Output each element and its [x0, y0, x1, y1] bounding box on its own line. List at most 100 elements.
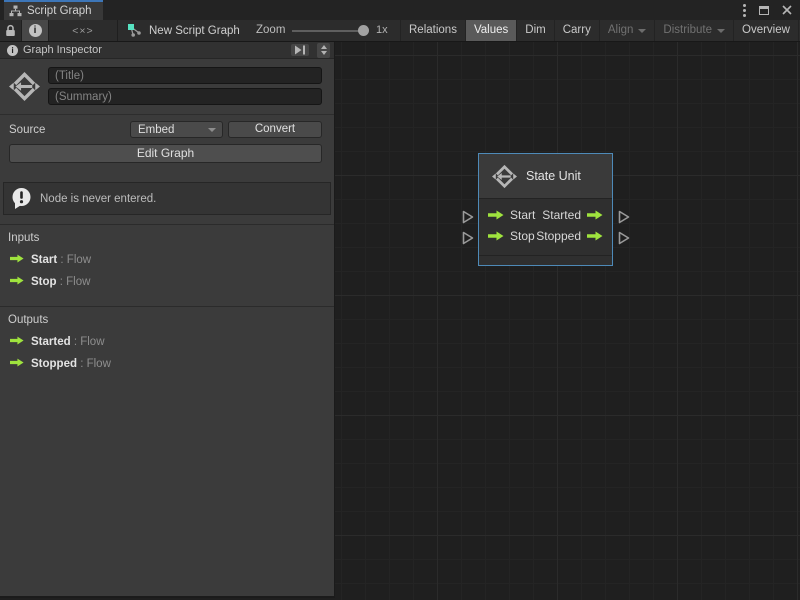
overview-button[interactable]: Overview — [733, 20, 798, 41]
code-icon: <×> — [72, 25, 93, 37]
port-row: StoppedFlow — [0, 355, 334, 370]
transition-connector-icon[interactable] — [462, 210, 474, 224]
graph-inspector-header: i Graph Inspector — [0, 42, 334, 59]
port-type: Flow — [71, 336, 105, 348]
lock-icon — [5, 24, 16, 37]
graph-hierarchy-icon — [9, 5, 22, 17]
inspector-toggle-button[interactable]: i — [22, 20, 48, 41]
scroll-down-icon — [321, 51, 327, 55]
port-name: Started — [31, 336, 71, 348]
align-button: Align — [599, 20, 655, 41]
warning-text: Node is never entered. — [40, 193, 156, 205]
tab-script-graph[interactable]: Script Graph — [4, 0, 103, 20]
flow-arrow-icon — [10, 358, 24, 367]
flow-arrow-icon — [10, 336, 24, 345]
dock-icon — [294, 45, 306, 55]
chevron-down-icon — [638, 29, 646, 33]
info-icon: i — [7, 45, 18, 56]
port-label: Stop — [510, 229, 535, 243]
dim-button[interactable]: Dim — [516, 20, 553, 41]
port-type: Flow — [57, 276, 91, 288]
lock-button[interactable] — [0, 20, 21, 41]
state-machine-icon — [492, 164, 517, 189]
source-row: Source Embed Convert — [0, 115, 334, 138]
graph-title-group: New Script Graph — [127, 20, 240, 41]
port-label: Start — [510, 208, 535, 222]
warning-box: Node is never entered. — [3, 182, 331, 215]
graph-meta-section — [0, 59, 334, 114]
warning-icon — [10, 187, 33, 210]
port-name: Stop — [31, 276, 57, 288]
state-machine-icon — [6, 67, 42, 105]
script-graph-icon — [127, 23, 142, 38]
toolbar-separator — [117, 20, 118, 41]
convert-button[interactable]: Convert — [228, 121, 322, 138]
transition-connector-icon[interactable] — [618, 210, 630, 224]
close-icon[interactable] — [782, 5, 792, 15]
port-name: Start — [31, 254, 57, 266]
graph-toolbar: i <×> New Script Graph Zoom 1x Relations… — [0, 20, 800, 42]
flow-arrow-icon — [10, 276, 24, 285]
inspector-empty-area — [0, 379, 334, 596]
panel-title: Graph Inspector — [23, 44, 286, 56]
values-button[interactable]: Values — [465, 20, 516, 41]
chevron-down-icon — [717, 29, 725, 33]
flow-arrow-icon — [587, 210, 603, 220]
graph-inspector-panel: i Graph Inspector — [0, 42, 335, 598]
port-label: Stopped — [536, 229, 581, 243]
port-row: StartedFlow — [0, 333, 334, 348]
zoom-label: Zoom — [256, 20, 285, 41]
zoom-slider-track[interactable] — [292, 30, 368, 32]
tab-title: Script Graph — [27, 5, 92, 17]
outputs-section: Outputs StartedFlow StoppedFlow — [0, 306, 334, 379]
outputs-section-title: Outputs — [0, 314, 334, 326]
port-row: StopFlow — [0, 273, 334, 288]
node-port-row: Start Started — [479, 204, 612, 225]
transition-connector-icon[interactable] — [618, 231, 630, 245]
inputs-section: Inputs StartFlow StopFlow — [0, 224, 334, 297]
window-controls — [743, 0, 792, 20]
flow-arrow-icon — [488, 210, 504, 220]
relations-button[interactable]: Relations — [400, 20, 465, 41]
output-port-started[interactable]: Started — [542, 208, 603, 222]
carry-button[interactable]: Carry — [554, 20, 599, 41]
port-type: Flow — [57, 254, 91, 266]
chevron-down-icon — [208, 128, 216, 132]
panel-scroll-stepper[interactable] — [317, 43, 330, 58]
window-titlebar: Script Graph — [0, 0, 800, 20]
input-port-start[interactable]: Start — [488, 208, 535, 222]
graph-name-label: New Script Graph — [149, 25, 240, 37]
maximize-icon[interactable] — [759, 6, 769, 15]
scroll-up-icon — [321, 45, 327, 49]
port-type: Flow — [77, 358, 111, 370]
node-port-row: Stop Stopped — [479, 225, 612, 246]
dock-panel-button[interactable] — [291, 44, 309, 56]
output-port-stopped[interactable]: Stopped — [536, 229, 603, 243]
zoom-slider-handle[interactable] — [358, 25, 369, 36]
flow-arrow-icon — [488, 231, 504, 241]
source-label: Source — [9, 124, 130, 136]
node-ports: Start Started Stop Stopped — [479, 199, 612, 246]
graph-summary-input[interactable] — [48, 88, 322, 105]
source-select-value: Embed — [138, 124, 208, 136]
transition-connector-icon[interactable] — [462, 231, 474, 245]
toolbar-button-group: Relations Values Dim Carry Align Distrib… — [400, 20, 800, 41]
state-unit-node[interactable]: State Unit Start Started — [478, 153, 613, 266]
source-select[interactable]: Embed — [130, 121, 223, 138]
more-menu-icon[interactable] — [743, 4, 746, 17]
graph-canvas[interactable]: State Unit Start Started — [335, 42, 800, 600]
graph-title-input[interactable] — [48, 67, 322, 84]
inputs-section-title: Inputs — [0, 232, 334, 244]
input-port-stop[interactable]: Stop — [488, 229, 535, 243]
zoom-value: 1x — [376, 20, 388, 41]
node-title: State Unit — [526, 169, 581, 183]
flow-arrow-icon — [587, 231, 603, 241]
edit-graph-button[interactable]: Edit Graph — [9, 144, 322, 163]
node-footer — [479, 255, 612, 265]
port-row: StartFlow — [0, 251, 334, 266]
flow-arrow-icon — [10, 254, 24, 263]
port-name: Stopped — [31, 358, 77, 370]
distribute-button: Distribute — [654, 20, 733, 41]
code-view-button[interactable]: <×> — [49, 20, 117, 41]
node-header[interactable]: State Unit — [479, 154, 612, 199]
